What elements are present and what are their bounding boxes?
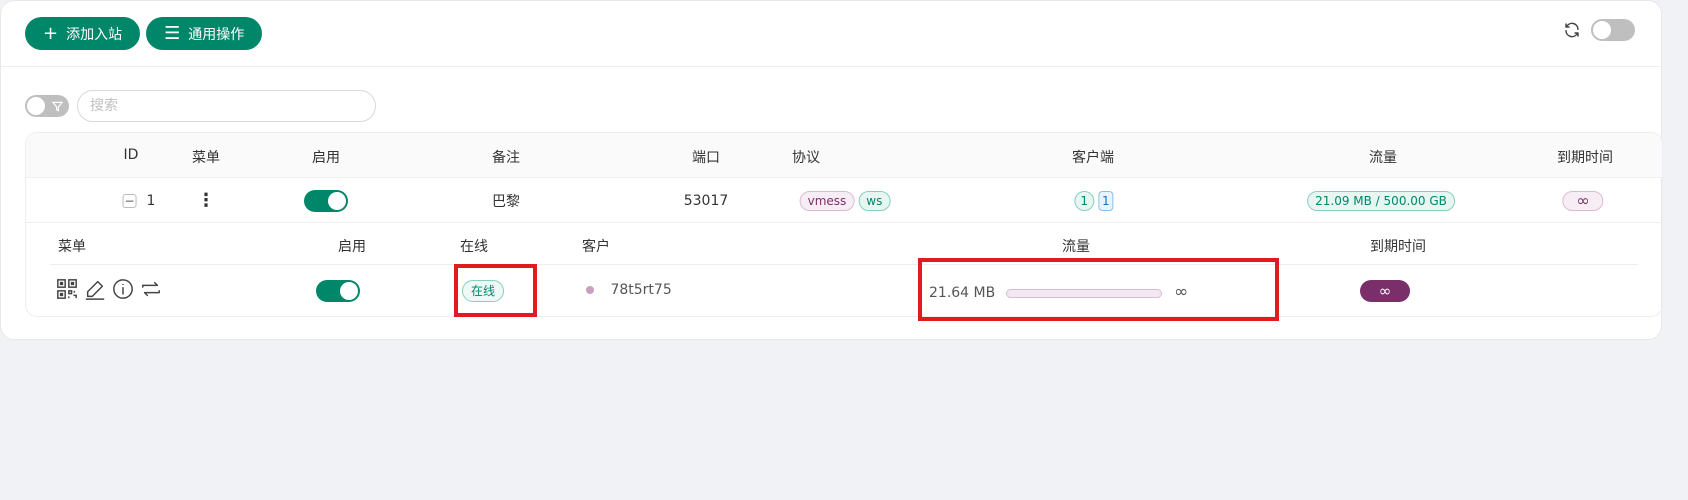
client-subtable: 菜单 启用 在线 客户 流量 到期时间 在线 78t5rt75 21.64 MB… <box>50 223 1638 316</box>
general-actions-button[interactable]: ☰ 通用操作 <box>146 17 263 50</box>
row-enable-cell <box>304 178 348 223</box>
client-expiry-badge: ∞ <box>1360 280 1410 302</box>
protocol-tag: vmess <box>799 190 855 211</box>
header-protocol: 协议 <box>792 150 820 166</box>
menu-icon: ☰ <box>164 22 181 44</box>
edit-icon[interactable] <box>84 278 106 300</box>
add-inbound-button[interactable]: + 添加入站 <box>25 17 141 50</box>
clients-total-badge[interactable]: 1 <box>1074 190 1094 211</box>
table-header: ID 菜单 启用 备注 端口 协议 客户端 流量 到期时间 <box>26 133 1662 178</box>
general-actions-label: 通用操作 <box>188 26 245 43</box>
inbound-enable-toggle[interactable] <box>304 189 348 212</box>
add-inbound-label: 添加入站 <box>66 26 123 43</box>
header-clients: 客户端 <box>1072 150 1114 166</box>
client-header-traffic: 流量 <box>1062 239 1090 255</box>
client-header-expiry: 到期时间 <box>1370 239 1426 255</box>
row-traffic-cell: 21.09 MB / 500.00 GB <box>1307 178 1459 223</box>
row-protocol-cell: vmess ws <box>799 178 895 223</box>
auto-refresh-toggle[interactable] <box>1591 19 1635 41</box>
filter-toggle[interactable] <box>25 95 69 117</box>
toggle-knob <box>27 97 45 115</box>
expiry-tag: ∞ <box>1562 190 1604 211</box>
table-row: − 1 ⋮ 巴黎 53017 vmess ws 1 1 21.09 MB / 5… <box>26 178 1662 223</box>
row-expiry-cell: ∞ <box>1562 178 1607 223</box>
client-table-header: 菜单 启用 在线 客户 流量 到期时间 <box>50 223 1638 265</box>
header-remark: 备注 <box>492 150 520 166</box>
client-header-online: 在线 <box>460 239 488 255</box>
online-status-badge: 在线 <box>462 280 505 302</box>
header-traffic: 流量 <box>1369 150 1397 166</box>
header-divider <box>1 66 1661 67</box>
client-name: 78t5rt75 <box>610 282 672 298</box>
header-id: ID <box>123 147 139 163</box>
client-enable-cell <box>316 280 360 302</box>
client-traffic-used: 21.64 MB <box>929 285 996 301</box>
row-clients-cell: 1 1 <box>1074 178 1117 223</box>
info-icon[interactable] <box>112 278 134 300</box>
reset-traffic-icon[interactable] <box>140 278 162 300</box>
traffic-tag: 21.09 MB / 500.00 GB <box>1307 190 1455 211</box>
client-name-cell: 78t5rt75 <box>586 282 672 298</box>
client-status-dot <box>586 286 594 294</box>
qrcode-icon[interactable] <box>56 278 78 300</box>
top-right-controls <box>1563 19 1635 41</box>
row-port: 53017 <box>683 192 729 209</box>
client-row: 在线 78t5rt75 21.64 MB ∞ ∞ <box>50 265 1638 316</box>
filter-row <box>25 90 376 122</box>
row-id: 1 <box>146 192 156 209</box>
filter-icon <box>52 101 63 112</box>
transport-tag: ws <box>858 190 891 211</box>
client-header-enable: 启用 <box>338 239 366 255</box>
refresh-icon[interactable] <box>1563 21 1581 39</box>
toolbar: + 添加入站 ☰ 通用操作 <box>25 17 263 50</box>
client-header-menu: 菜单 <box>58 239 86 255</box>
client-expiry-cell: ∞ <box>1360 280 1410 302</box>
client-menu-icons <box>56 278 162 300</box>
collapse-row-button[interactable]: − <box>122 193 137 208</box>
header-enable: 启用 <box>312 150 340 166</box>
row-remark: 巴黎 <box>492 193 520 210</box>
client-header-client: 客户 <box>582 239 610 255</box>
row-menu-button[interactable]: ⋮ <box>197 178 215 223</box>
header-menu: 菜单 <box>192 150 220 166</box>
plus-icon: + <box>43 22 59 44</box>
client-traffic-cell: 21.64 MB ∞ <box>929 282 1188 302</box>
inbounds-table: ID 菜单 启用 备注 端口 协议 客户端 流量 到期时间 − 1 ⋮ 巴黎 5… <box>25 132 1663 317</box>
client-traffic-limit: ∞ <box>1174 282 1189 302</box>
clients-online-badge[interactable]: 1 <box>1098 190 1114 211</box>
inbounds-card: + 添加入站 ☰ 通用操作 ID 菜单 启用 备注 端口 协议 客户端 <box>0 0 1663 340</box>
client-online-cell: 在线 <box>462 280 505 302</box>
search-input[interactable] <box>77 90 376 122</box>
row-id-cell: − 1 <box>122 178 156 223</box>
traffic-progress-bar <box>1005 288 1162 298</box>
header-expiry: 到期时间 <box>1557 150 1613 166</box>
header-port: 端口 <box>692 150 720 166</box>
client-enable-toggle[interactable] <box>316 280 360 302</box>
